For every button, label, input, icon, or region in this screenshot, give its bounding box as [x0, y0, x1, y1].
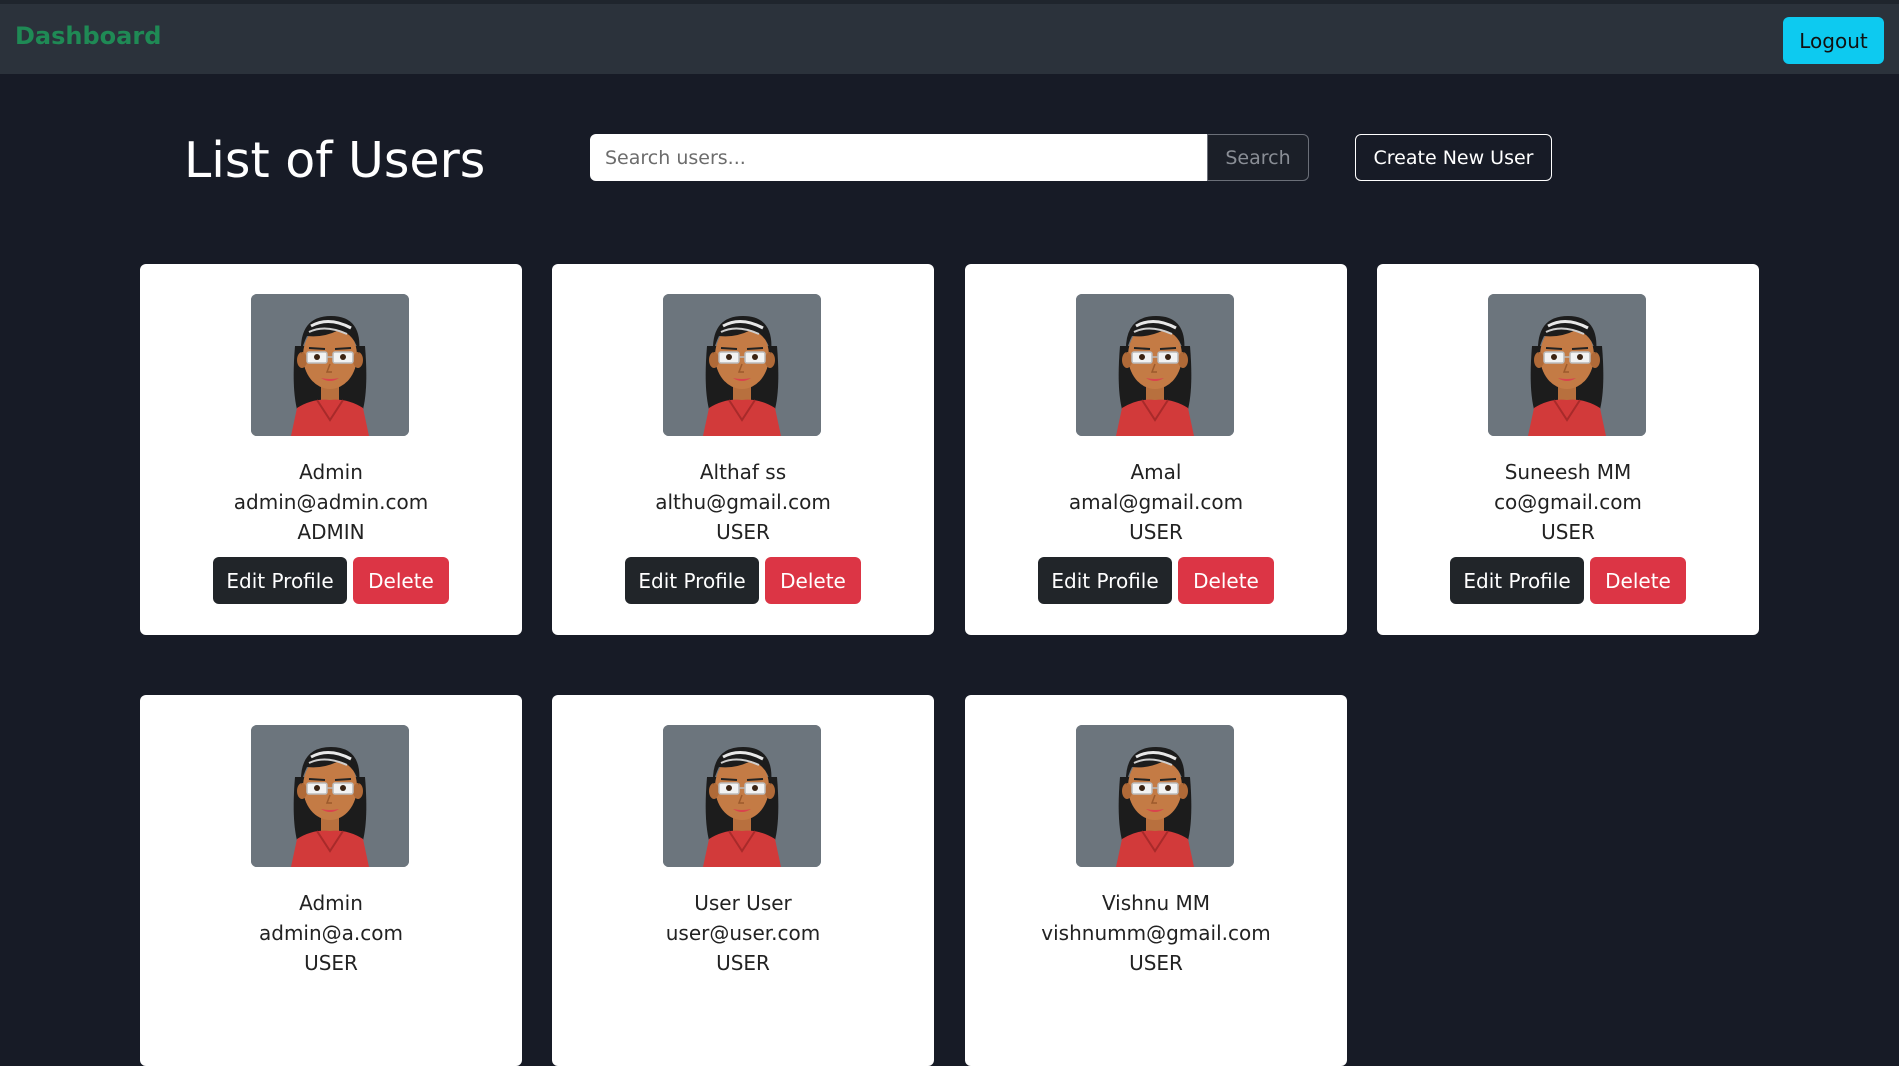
user-name: Admin [299, 460, 363, 484]
card-actions: Edit Profile Delete [965, 557, 1347, 604]
edit-profile-button[interactable]: Edit Profile [1038, 557, 1172, 604]
search-input[interactable] [590, 134, 1207, 181]
edit-profile-button[interactable]: Edit Profile [1450, 557, 1584, 604]
delete-button[interactable]: Delete [1590, 557, 1686, 604]
create-user-button[interactable]: Create New User [1355, 134, 1552, 181]
user-name: Vishnu MM [1101, 891, 1211, 915]
user-role: USER [1129, 520, 1183, 544]
user-role: USER [304, 951, 358, 975]
user-avatar-icon [251, 725, 409, 867]
delete-button[interactable]: Delete [765, 557, 861, 604]
user-card: Vishnu MM vishnumm@gmail.com USER [965, 695, 1347, 1066]
page-title: List of Users [184, 132, 486, 189]
user-name: Admin [299, 891, 363, 915]
user-avatar-icon [251, 294, 409, 436]
user-role: USER [716, 520, 770, 544]
user-email: admin@a.com [259, 921, 403, 945]
logout-button[interactable]: Logout [1783, 17, 1884, 64]
user-avatar-icon [663, 294, 821, 436]
user-card: Admin admin@a.com USER [140, 695, 522, 1066]
user-role: USER [1541, 520, 1595, 544]
user-avatar-icon [1076, 725, 1234, 867]
user-card: Amal amal@gmail.com USER Edit Profile De… [965, 264, 1347, 635]
user-card: User User user@user.com USER [552, 695, 934, 1066]
user-role: USER [1129, 951, 1183, 975]
navbar: Dashboard Logout [0, 0, 1899, 74]
user-avatar-icon [1488, 294, 1646, 436]
search-button[interactable]: Search [1207, 134, 1309, 181]
delete-button[interactable]: Delete [1178, 557, 1274, 604]
user-name: Amal [1130, 460, 1182, 484]
user-email: co@gmail.com [1494, 490, 1642, 514]
user-name: Suneesh MM [1504, 460, 1632, 484]
user-card: Suneesh MM co@gmail.com USER Edit Profil… [1377, 264, 1759, 635]
card-actions: Edit Profile Delete [552, 557, 934, 604]
user-role: USER [716, 951, 770, 975]
user-name: User User [694, 891, 792, 915]
user-email: admin@admin.com [233, 490, 429, 514]
user-email: vishnumm@gmail.com [1041, 921, 1271, 945]
edit-profile-button[interactable]: Edit Profile [625, 557, 759, 604]
user-avatar-icon [1076, 294, 1234, 436]
user-card: Admin admin@admin.com ADMIN Edit Profile… [140, 264, 522, 635]
user-name: Althaf ss [699, 460, 787, 484]
delete-button[interactable]: Delete [353, 557, 449, 604]
card-actions: Edit Profile Delete [140, 557, 522, 604]
edit-profile-button[interactable]: Edit Profile [213, 557, 347, 604]
card-actions: Edit Profile Delete [1377, 557, 1759, 604]
brand-link[interactable]: Dashboard [15, 22, 161, 50]
user-email: user@user.com [665, 921, 821, 945]
user-email: amal@gmail.com [1068, 490, 1244, 514]
user-email: althu@gmail.com [655, 490, 831, 514]
user-card: Althaf ss althu@gmail.com USER Edit Prof… [552, 264, 934, 635]
user-avatar-icon [663, 725, 821, 867]
user-role: ADMIN [297, 520, 365, 544]
